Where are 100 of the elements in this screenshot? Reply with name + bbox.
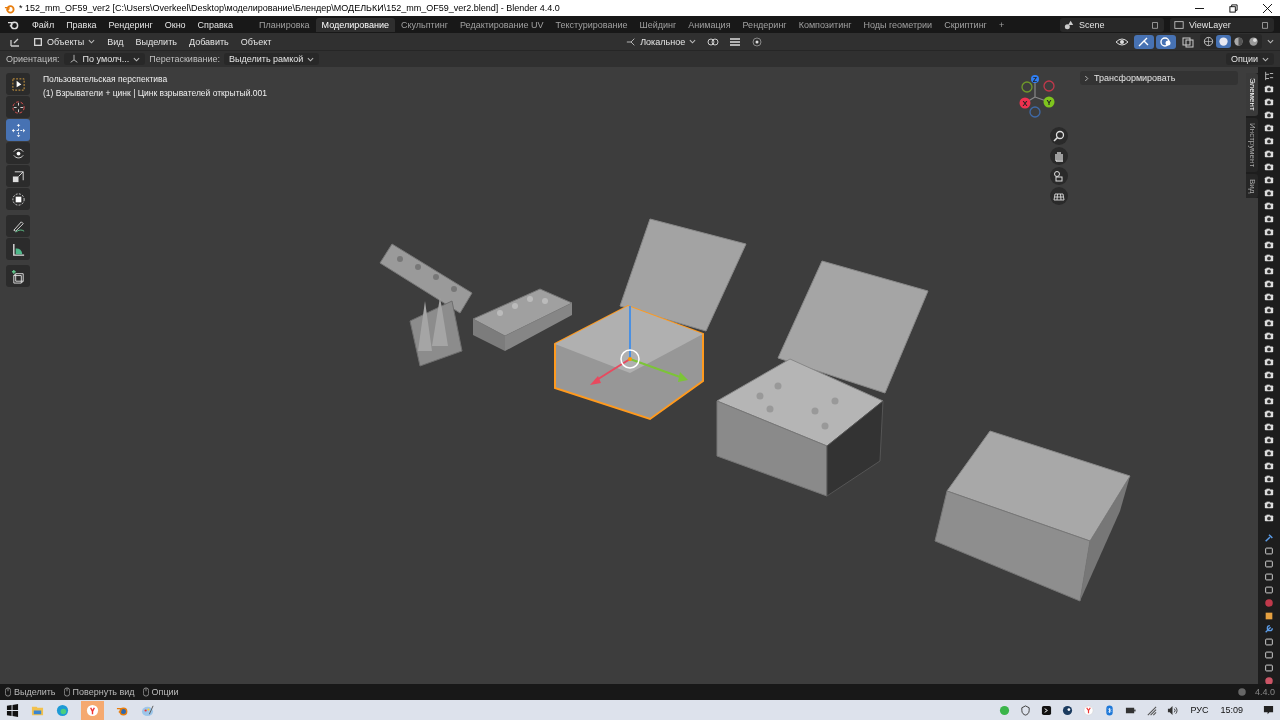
camera-icon[interactable] — [1264, 227, 1274, 237]
menu-item[interactable]: Выделить — [130, 36, 182, 47]
material-properties-icon[interactable] — [1264, 676, 1274, 684]
mode-dropdown[interactable]: Объекты — [28, 36, 101, 47]
camera-icon[interactable] — [1264, 357, 1274, 367]
menu-item[interactable]: Файл — [26, 19, 61, 30]
sidebar-tab[interactable]: Элемент — [1246, 73, 1258, 116]
menu-item[interactable]: Рендеринг — [102, 19, 159, 30]
modifier-properties-icon[interactable] — [1264, 624, 1274, 634]
camera-icon[interactable] — [1264, 331, 1274, 341]
terminal-icon[interactable] — [1041, 704, 1053, 716]
workspace-tab[interactable]: Текстурирование — [549, 17, 634, 32]
sidebar-tab[interactable]: Вид — [1246, 173, 1258, 199]
shading-mode-button[interactable] — [1201, 35, 1216, 48]
constraint-properties-icon[interactable] — [1264, 650, 1274, 660]
panel-header[interactable]: Трансформировать — [1080, 71, 1238, 85]
scene-properties-icon[interactable] — [1264, 585, 1274, 595]
camera-icon[interactable] — [1264, 214, 1274, 224]
language-indicator[interactable]: РУС — [1190, 705, 1209, 715]
camera-icon[interactable] — [1264, 97, 1274, 107]
camera-icon[interactable] — [1264, 448, 1274, 458]
notification-icon[interactable] — [1263, 704, 1274, 716]
camera-icon[interactable] — [1264, 188, 1274, 198]
sidebar-tab[interactable]: Инструмент — [1246, 117, 1258, 172]
camera-icon[interactable] — [1264, 435, 1274, 445]
camera-icon[interactable] — [1264, 84, 1274, 94]
camera-icon[interactable] — [1264, 500, 1274, 510]
camera-view-icon[interactable] — [1050, 167, 1068, 185]
cursor-tool-button[interactable] — [6, 96, 30, 118]
workspace-tab[interactable]: Рендеринг — [736, 17, 793, 32]
workspace-tab[interactable]: Шейдинг — [633, 17, 683, 32]
hand-icon[interactable] — [1050, 147, 1068, 165]
paint-icon[interactable] — [141, 703, 154, 717]
bluetooth-icon[interactable] — [1104, 704, 1116, 716]
output-properties-icon[interactable] — [1264, 559, 1274, 569]
camera-icon[interactable] — [1264, 305, 1274, 315]
rotate-tool-button[interactable] — [6, 142, 30, 164]
camera-icon[interactable] — [1264, 292, 1274, 302]
measure-tool-button[interactable] — [6, 238, 30, 260]
workspace-tab[interactable]: Композитинг — [792, 17, 858, 32]
camera-icon[interactable] — [1264, 370, 1274, 380]
camera-icon[interactable] — [1264, 383, 1274, 393]
workspace-tab[interactable]: Редактирование UV — [454, 17, 550, 32]
transform-tool-button[interactable] — [6, 188, 30, 210]
add-cube-tool-button[interactable] — [6, 265, 30, 287]
shield-icon[interactable] — [1020, 704, 1032, 716]
orientation-dropdown[interactable]: Локальное — [621, 36, 702, 47]
select-tool-button[interactable] — [6, 73, 30, 95]
shading-mode-button[interactable] — [1216, 35, 1231, 48]
scene-selector[interactable]: Scene — [1060, 17, 1164, 32]
shading-mode-button[interactable] — [1246, 35, 1261, 48]
restore-icon[interactable] — [1229, 3, 1238, 13]
zoom-icon[interactable] — [1050, 127, 1068, 145]
tool-properties-icon[interactable] — [1264, 533, 1274, 543]
camera-icon[interactable] — [1264, 149, 1274, 159]
camera-icon[interactable] — [1264, 123, 1274, 133]
workspace-tab[interactable]: Моделирование — [315, 17, 395, 32]
windows-start-icon[interactable] — [6, 703, 19, 717]
yandex-browser-icon[interactable] — [1083, 704, 1095, 716]
wifi-icon[interactable] — [1146, 704, 1158, 716]
workspace-tab[interactable]: Ноды геометрии — [857, 17, 939, 32]
add-workspace-button[interactable]: + — [992, 17, 1011, 32]
menu-item[interactable]: Объект — [235, 36, 277, 47]
camera-icon[interactable] — [1264, 201, 1274, 211]
annotate-tool-button[interactable] — [6, 215, 30, 237]
view-properties-icon[interactable] — [1264, 572, 1274, 582]
camera-icon[interactable] — [1264, 487, 1274, 497]
camera-icon[interactable] — [1264, 409, 1274, 419]
overlays-toggle-icon[interactable] — [1156, 34, 1176, 49]
copy-icon[interactable] — [1150, 19, 1160, 30]
copy-icon[interactable] — [1260, 19, 1270, 30]
workspace-tab[interactable]: Планировка — [252, 17, 316, 32]
menu-item[interactable]: Добавить — [183, 36, 234, 47]
camera-icon[interactable] — [1264, 344, 1274, 354]
camera-icon[interactable] — [1264, 396, 1274, 406]
drag-dropdown[interactable]: Выделить рамкой — [224, 53, 320, 65]
camera-icon[interactable] — [1264, 162, 1274, 172]
menu-item[interactable]: Вид — [102, 36, 129, 47]
workspace-tab[interactable]: Скульптинг — [394, 17, 454, 32]
gizmo-toggle-icon[interactable] — [1134, 34, 1154, 49]
camera-icon[interactable] — [1264, 175, 1274, 185]
view-layer-selector[interactable]: ViewLayer — [1170, 17, 1274, 32]
move-tool-button[interactable] — [6, 119, 30, 141]
scale-tool-button[interactable] — [6, 165, 30, 187]
camera-icon[interactable] — [1264, 253, 1274, 263]
camera-icon[interactable] — [1264, 279, 1274, 289]
orientation-dropdown[interactable]: По умолч... — [63, 53, 146, 65]
blender-logo-icon[interactable] — [7, 19, 20, 30]
menu-item[interactable]: Правка — [60, 19, 103, 30]
menu-item[interactable]: Справка — [191, 19, 239, 30]
shading-mode-button[interactable] — [1231, 35, 1246, 48]
camera-icon[interactable] — [1264, 318, 1274, 328]
options-dropdown[interactable]: Опции — [1225, 53, 1274, 65]
camera-icon[interactable] — [1264, 240, 1274, 250]
camera-icon[interactable] — [1264, 136, 1274, 146]
workspace-tab[interactable]: Скриптинг — [938, 17, 993, 32]
camera-icon[interactable] — [1264, 266, 1274, 276]
object-properties-icon[interactable] — [1264, 611, 1274, 621]
grid-icon[interactable] — [1050, 187, 1068, 205]
camera-icon[interactable] — [1264, 422, 1274, 432]
